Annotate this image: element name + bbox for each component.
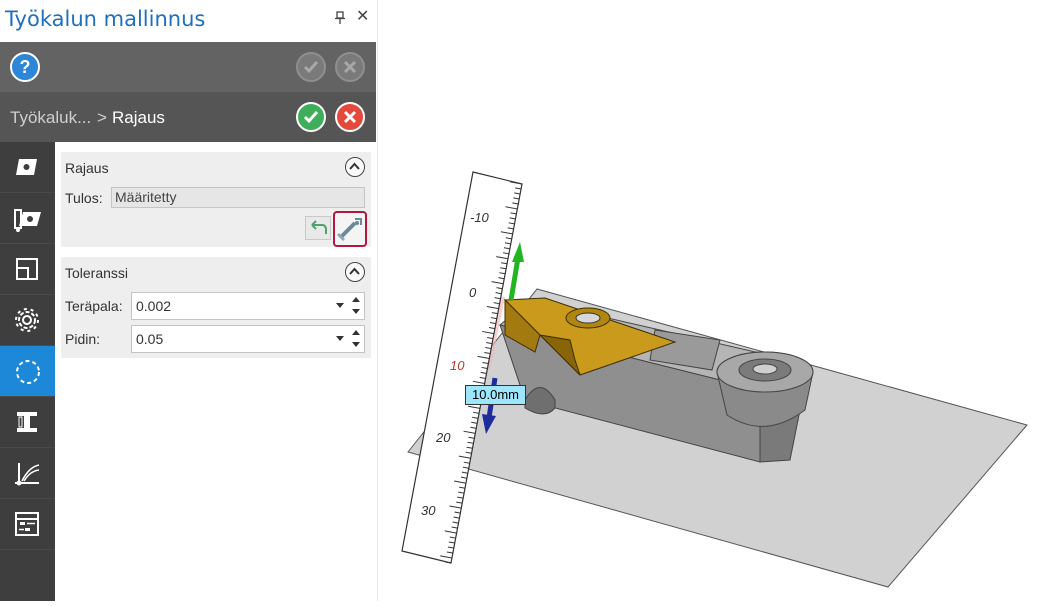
undo-button[interactable]	[305, 216, 331, 240]
ruler-tick-label: 20	[435, 430, 451, 445]
define-boundary-button[interactable]	[333, 211, 367, 247]
dropdown-arrow-icon[interactable]	[336, 336, 344, 341]
spin-down-icon[interactable]	[352, 342, 360, 347]
rajaus-section: Rajaus Tulos: Määritetty	[61, 152, 371, 247]
result-field: Määritetty	[111, 187, 365, 208]
undo-icon	[311, 220, 327, 234]
sidebar-item-layout[interactable]	[0, 244, 55, 295]
boundary-icon	[16, 360, 40, 384]
pin-icon[interactable]	[334, 11, 346, 25]
panel-toolbar: ?	[0, 42, 376, 92]
section-title: Toleranssi	[65, 265, 129, 281]
sidebar-item-axis[interactable]	[0, 448, 55, 499]
3d-viewport[interactable]: -10 0 10 20 30 10.0mm	[380, 0, 1043, 601]
sidebar-item-settings-list[interactable]	[0, 499, 55, 550]
sidebar	[0, 142, 55, 601]
clamp-icon	[17, 412, 37, 432]
spin-down-icon[interactable]	[352, 309, 360, 314]
sidebar-item-insert[interactable]	[0, 142, 55, 193]
dropdown-arrow-icon[interactable]	[336, 303, 344, 308]
sidebar-item-holder-insert[interactable]	[0, 193, 55, 244]
breadcrumb-separator: >	[97, 108, 107, 127]
insert-icon	[16, 159, 37, 175]
breadcrumb-current: Rajaus	[112, 108, 165, 127]
close-icon	[343, 110, 357, 124]
tool-modeling-panel: Työkalun mallinnus ✕ ? Työkaluk... > Raj…	[0, 0, 378, 601]
holder-insert-icon	[14, 209, 41, 232]
chevron-up-icon	[349, 162, 360, 170]
cancel-button[interactable]	[335, 102, 365, 132]
pidin-input[interactable]: 0.05	[131, 325, 365, 353]
breadcrumb: Työkaluk... > Rajaus	[0, 92, 376, 142]
pidin-label: Pidin:	[65, 331, 101, 347]
terapala-input[interactable]: 0.002	[131, 292, 365, 320]
tool-model-scene[interactable]: -10 0 10 20 30	[380, 0, 1043, 601]
chevron-up-icon	[349, 267, 360, 275]
check-icon	[303, 111, 319, 124]
cancel-button-disabled	[335, 52, 365, 82]
define-boundary-icon	[337, 218, 362, 241]
y-axis-arrow-handle[interactable]	[508, 242, 524, 301]
ruler-tick-label: 30	[421, 503, 436, 518]
spin-up-icon[interactable]	[352, 297, 360, 302]
layout-icon	[16, 258, 38, 280]
ruler-tick-label: 0	[469, 285, 477, 300]
pidin-value: 0.05	[136, 331, 164, 347]
collapse-button[interactable]	[345, 262, 365, 282]
spin-up-icon[interactable]	[352, 330, 360, 335]
gear-icon	[15, 308, 39, 332]
ruler-tick-label: -10	[470, 210, 490, 225]
axis-icon	[15, 463, 40, 486]
help-button[interactable]: ?	[10, 52, 40, 82]
sidebar-item-boundary[interactable]	[0, 346, 55, 397]
close-icon[interactable]: ✕	[356, 9, 370, 25]
ruler-tick-label: 10	[450, 358, 465, 373]
section-title: Rajaus	[65, 160, 109, 176]
terapala-label: Teräpala:	[65, 298, 123, 314]
sidebar-item-clamp[interactable]	[0, 397, 55, 448]
terapala-value: 0.002	[136, 298, 172, 314]
panel-title: Työkalun mallinnus	[5, 7, 206, 31]
collapse-button[interactable]	[345, 157, 365, 177]
breadcrumb-parent[interactable]: Työkaluk...	[10, 108, 91, 128]
close-icon	[343, 60, 357, 74]
dimension-label[interactable]: 10.0mm	[465, 385, 526, 405]
ok-button-disabled	[296, 52, 326, 82]
settings-list-icon	[15, 512, 39, 536]
panel-content: Rajaus Tulos: Määritetty Toleranssi Terä…	[55, 142, 376, 601]
sidebar-item-gear[interactable]	[0, 295, 55, 346]
result-label: Tulos:	[65, 190, 103, 206]
toleranssi-section: Toleranssi Teräpala: 0.002 Pidin: 0.05	[61, 257, 371, 358]
check-icon	[303, 61, 319, 74]
ok-button[interactable]	[296, 102, 326, 132]
